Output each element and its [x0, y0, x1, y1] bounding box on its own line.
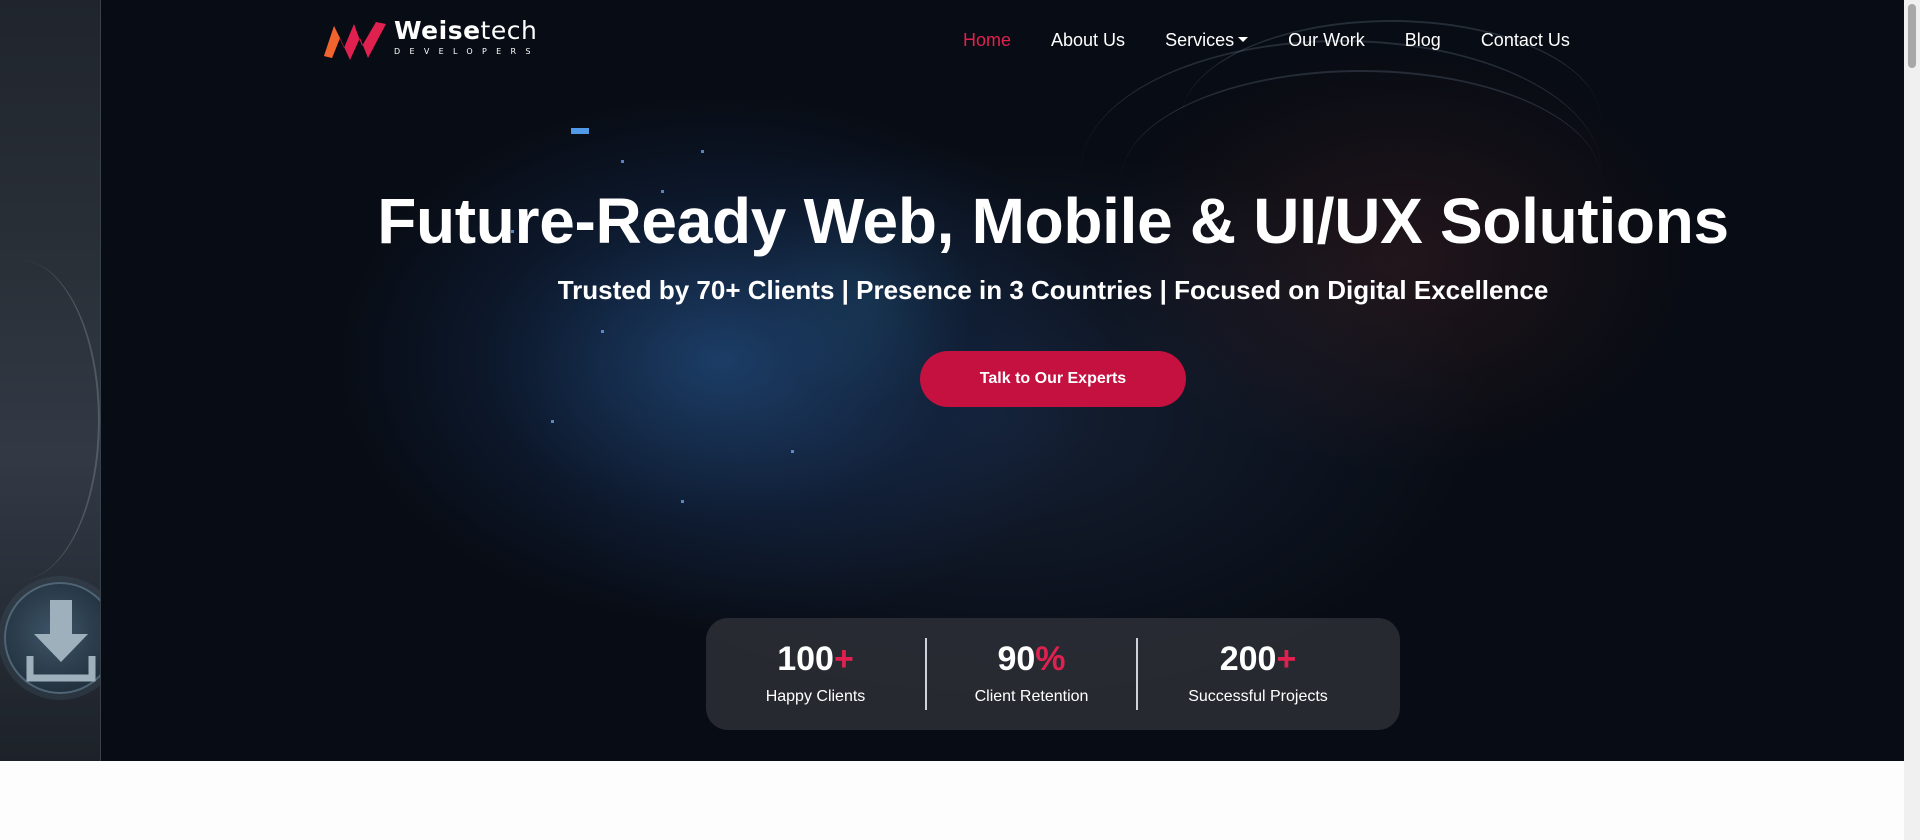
stat-successful-projects: 200+ Successful Projects	[1138, 638, 1378, 710]
download-badge[interactable]	[4, 582, 100, 694]
nav-our-work[interactable]: Our Work	[1288, 30, 1365, 51]
download-arrow-icon	[26, 600, 96, 682]
nav-services-label: Services	[1165, 30, 1235, 50]
caret-down-icon	[1238, 36, 1249, 42]
stat-label: Successful Projects	[1188, 688, 1328, 705]
brand-tagline: DEVELOPERS	[394, 47, 540, 56]
nav-blog[interactable]: Blog	[1405, 30, 1441, 51]
stat-value: 100+	[777, 640, 854, 678]
stat-client-retention: 90% Client Retention	[925, 638, 1138, 710]
nav-home[interactable]: Home	[963, 30, 1011, 51]
scrollbar-thumb[interactable]	[1908, 4, 1916, 68]
decorative-light	[681, 500, 684, 503]
brand-name: Weisetech	[394, 16, 538, 45]
stat-label: Happy Clients	[765, 688, 866, 705]
stat-label: Client Retention	[974, 688, 1089, 705]
top-navbar: Weisetech DEVELOPERS Home About Us Servi…	[0, 0, 1920, 80]
stats-card: 100+ Happy Clients 90% Client Retention …	[706, 618, 1400, 730]
stat-value: 90%	[997, 640, 1066, 678]
stat-happy-clients: 100+ Happy Clients	[706, 638, 925, 710]
decorative-light	[551, 420, 554, 423]
nav-services[interactable]: Services	[1165, 30, 1249, 51]
vertical-scrollbar[interactable]	[1904, 0, 1920, 840]
talk-to-experts-button[interactable]: Talk to Our Experts	[920, 351, 1186, 407]
stat-value: 200+	[1219, 640, 1297, 678]
decorative-curve	[0, 260, 100, 580]
background-window-edge	[0, 0, 101, 761]
decorative-light	[701, 150, 704, 153]
brand-logo[interactable]: Weisetech DEVELOPERS	[322, 18, 540, 62]
decorative-light	[571, 128, 589, 134]
nav-about-us[interactable]: About Us	[1051, 30, 1125, 51]
nav-contact-us[interactable]: Contact Us	[1481, 30, 1570, 51]
decorative-light	[791, 450, 794, 453]
main-nav: Home About Us Services Our Work Blog Con…	[963, 30, 1610, 51]
hero-subline: Trusted by 70+ Clients | Presence in 3 C…	[557, 275, 1549, 305]
decorative-light	[601, 330, 604, 333]
logo-mark-icon	[324, 22, 386, 60]
hero-headline: Future-Ready Web, Mobile & UI/UX Solutio…	[377, 185, 1729, 257]
decorative-light	[621, 160, 624, 163]
